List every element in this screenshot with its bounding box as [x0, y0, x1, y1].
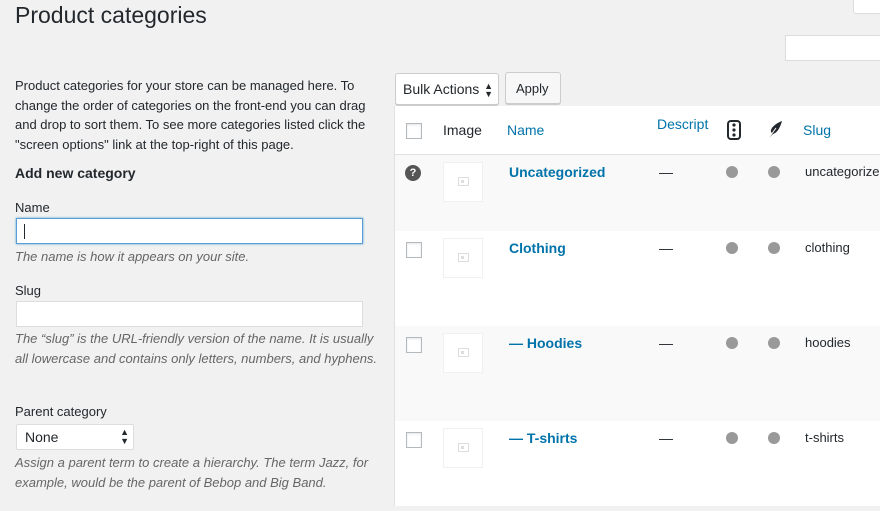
parent-help: Assign a parent term to create a hierarc… — [15, 455, 369, 490]
category-description: — — [659, 430, 673, 446]
name-help: The name is how it appears on your site. — [15, 249, 250, 264]
table-header: Image Name Descript Slug — [395, 106, 880, 155]
row-checkbox[interactable] — [406, 337, 422, 353]
image-placeholder-icon — [458, 348, 469, 357]
slug-help: The “slug” is the URL-friendly version o… — [15, 331, 378, 366]
category-slug: t-shirts — [805, 430, 844, 445]
category-slug: hoodies — [805, 335, 851, 350]
text-caret — [24, 224, 25, 239]
image-placeholder-icon — [458, 177, 469, 186]
categories-table: Image Name Descript Slug ? Uncategorized… — [394, 106, 880, 506]
featured-dot — [726, 242, 738, 254]
parent-label: Parent category — [15, 404, 107, 419]
featured-dot — [726, 432, 738, 444]
bulk-actions-label: Bulk Actions — [403, 81, 480, 97]
seo-dot — [768, 337, 780, 349]
traffic-light-icon[interactable] — [727, 120, 741, 145]
search-input[interactable] — [785, 35, 880, 61]
intro-text: Product categories for your store can be… — [15, 78, 366, 152]
category-name-link[interactable]: Clothing — [509, 240, 566, 256]
page-title: Product categories — [15, 2, 207, 28]
category-slug: clothing — [805, 240, 850, 255]
column-name[interactable]: Name — [507, 122, 544, 138]
image-placeholder-icon — [458, 443, 469, 452]
add-category-heading: Add new category — [15, 165, 136, 181]
column-slug[interactable]: Slug — [803, 122, 831, 138]
name-label: Name — [15, 200, 50, 215]
category-slug: uncategorize — [805, 164, 880, 179]
featured-dot — [726, 166, 738, 178]
table-row[interactable]: — T-shirts — t-shirts — [395, 421, 880, 511]
table-row[interactable]: — Hoodies — hoodies — [395, 326, 880, 421]
select-arrows-icon: ▲ ▼ — [120, 427, 129, 446]
category-thumbnail — [443, 238, 483, 278]
select-all-checkbox[interactable] — [406, 123, 422, 139]
table-row[interactable]: Clothing — clothing — [395, 231, 880, 326]
category-name-link[interactable]: Uncategorized — [509, 164, 605, 180]
slug-label: Slug — [15, 283, 42, 298]
category-description: — — [659, 164, 673, 180]
column-description[interactable]: Descript — [657, 116, 708, 132]
image-placeholder-icon — [458, 253, 469, 262]
seo-dot — [768, 242, 780, 254]
category-description: — — [659, 240, 673, 256]
apply-label: Apply — [516, 81, 549, 96]
category-thumbnail — [443, 333, 483, 373]
screen-options-tab[interactable] — [853, 0, 880, 14]
name-input[interactable] — [16, 218, 363, 244]
slug-input[interactable] — [16, 301, 363, 327]
category-name-link[interactable]: — T-shirts — [509, 430, 577, 446]
bulk-actions-select[interactable]: Bulk Actions ▲ ▼ — [395, 73, 499, 105]
category-description: — — [659, 335, 673, 351]
seo-dot — [768, 166, 780, 178]
feather-icon[interactable] — [766, 120, 784, 145]
table-row[interactable]: ? Uncategorized — uncategorize — [395, 155, 880, 231]
row-checkbox[interactable] — [406, 242, 422, 258]
category-thumbnail — [443, 162, 483, 202]
parent-selected-value: None — [25, 429, 59, 445]
seo-dot — [768, 432, 780, 444]
parent-category-select[interactable]: None ▲ ▼ — [16, 424, 134, 450]
category-name-link[interactable]: — Hoodies — [509, 335, 582, 351]
row-checkbox[interactable] — [406, 432, 422, 448]
column-image: Image — [443, 122, 482, 138]
apply-button[interactable]: Apply — [505, 72, 561, 104]
question-circle-icon[interactable]: ? — [405, 165, 421, 181]
category-thumbnail — [443, 428, 483, 468]
select-arrows-icon: ▲ ▼ — [484, 81, 493, 99]
featured-dot — [726, 337, 738, 349]
